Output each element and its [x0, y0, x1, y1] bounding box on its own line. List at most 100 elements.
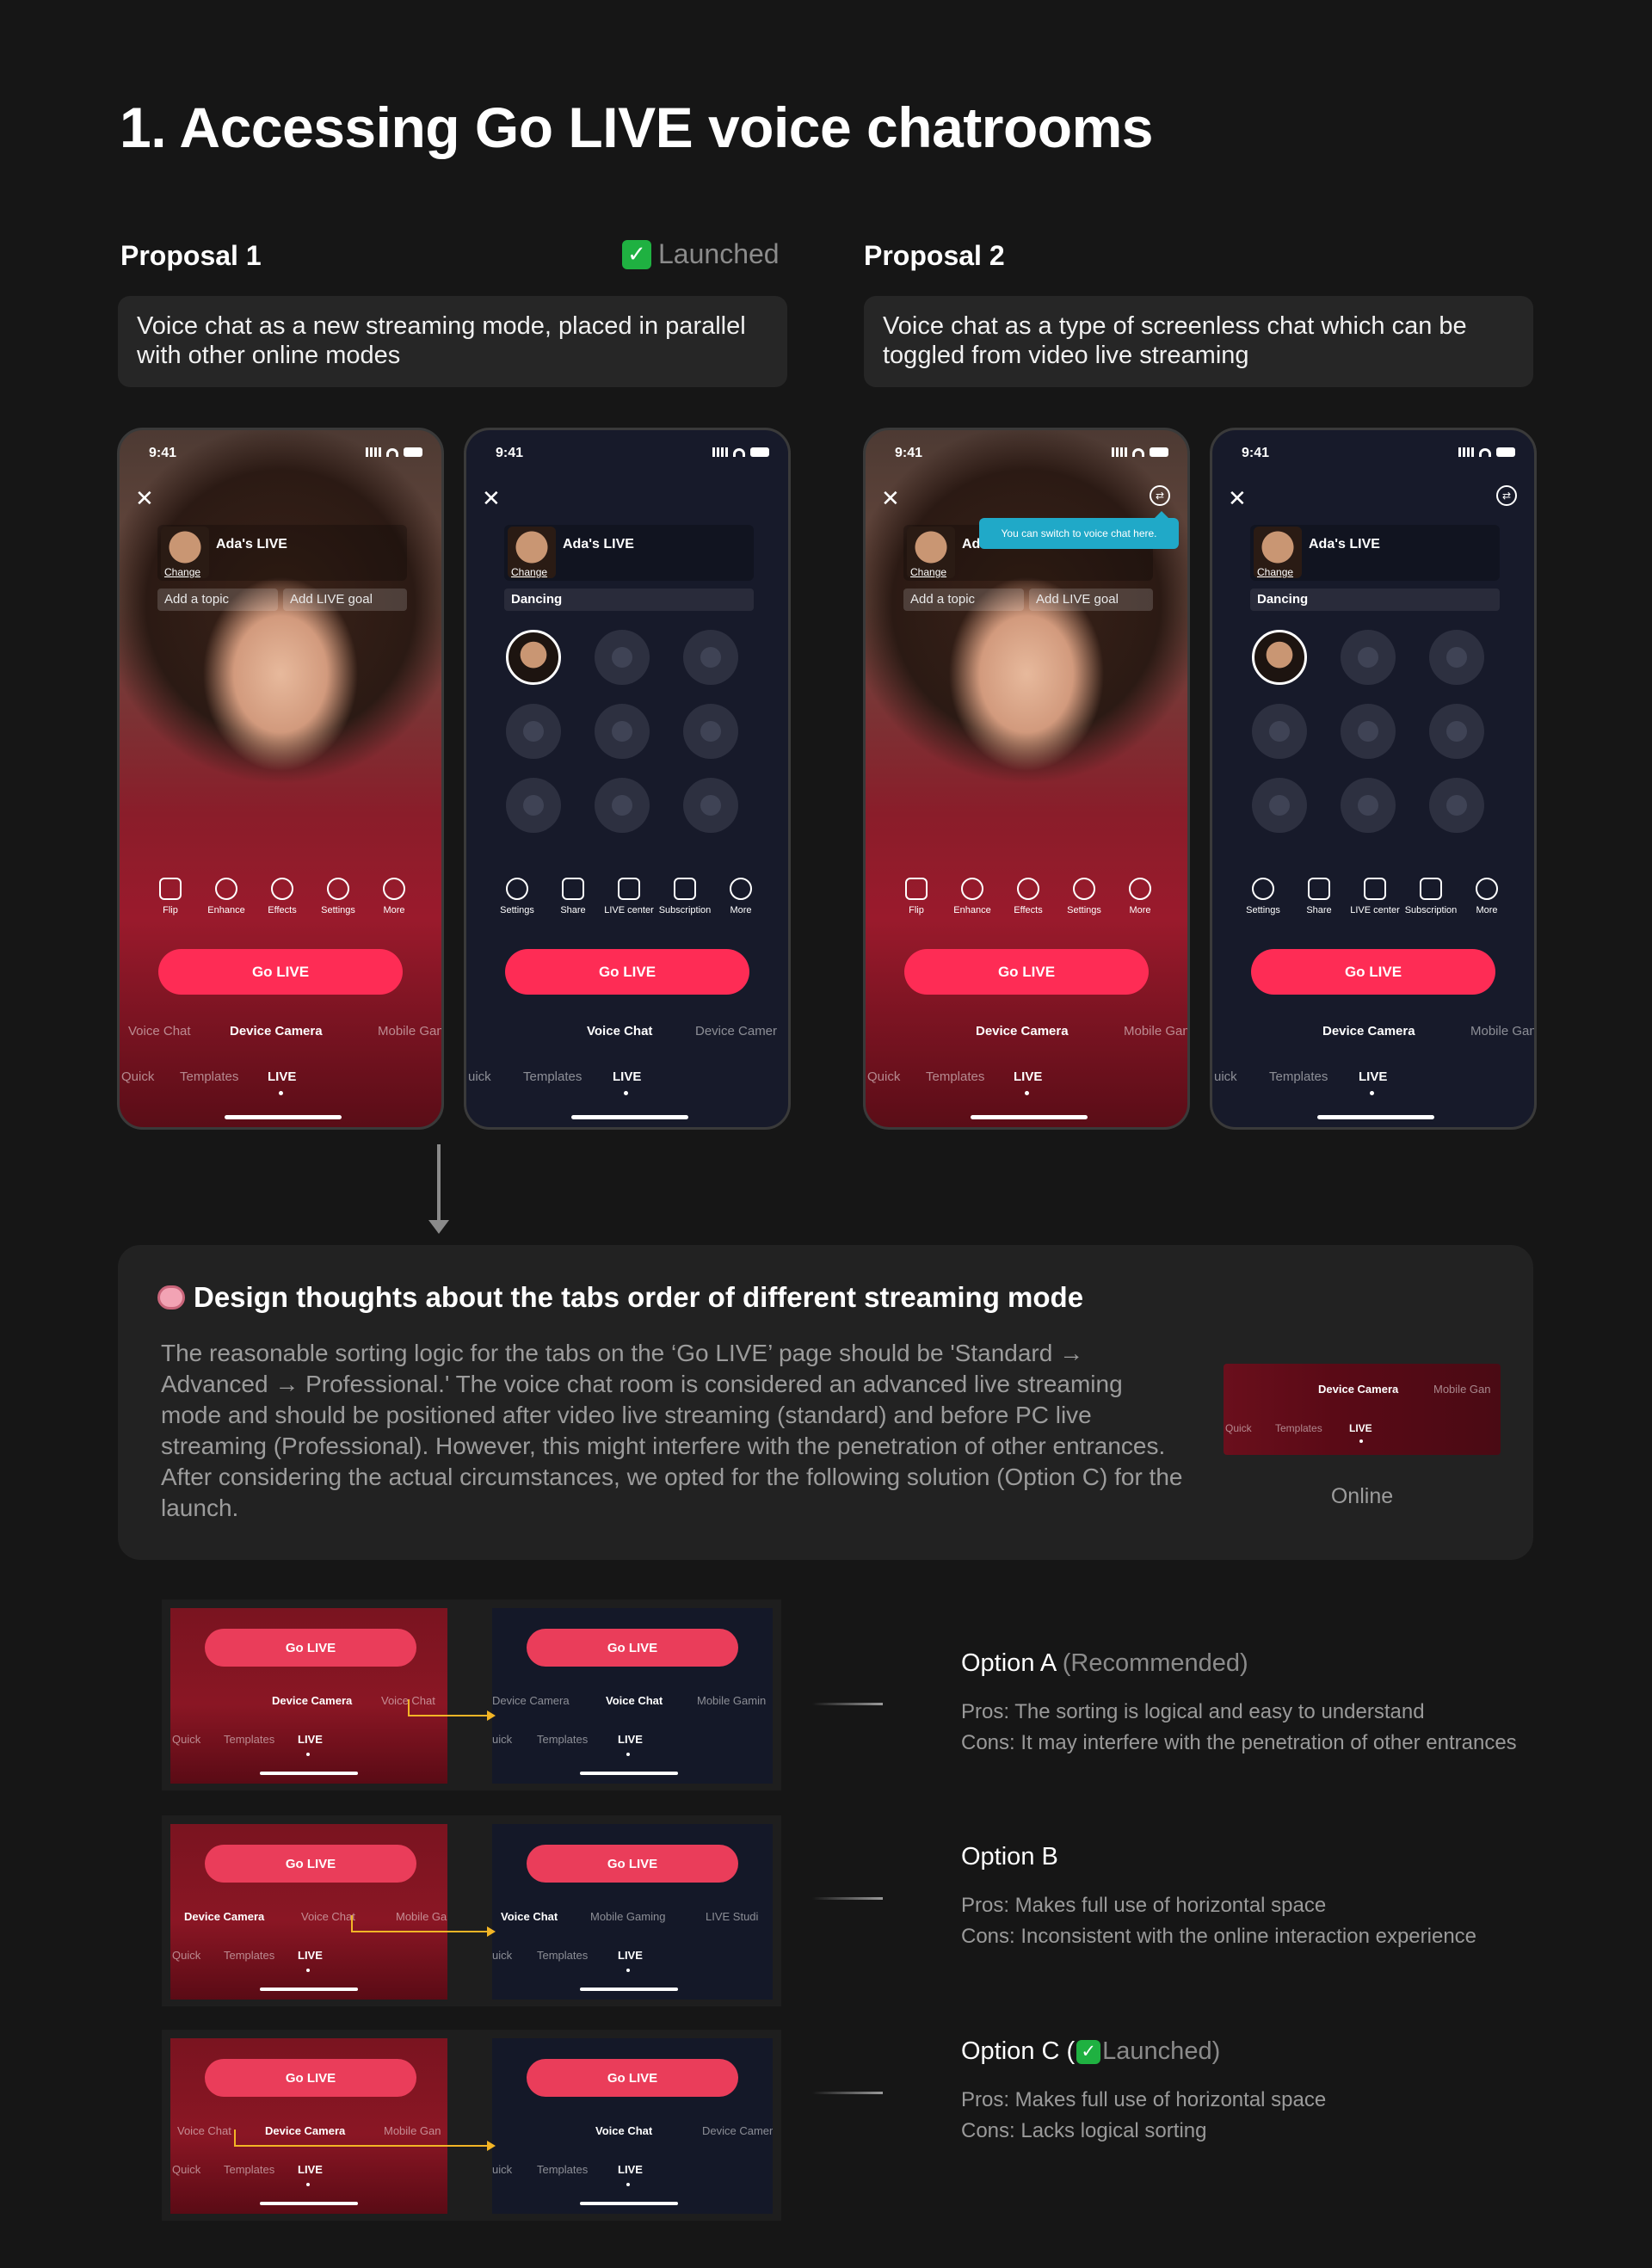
option-a-note: (Recommended)	[1062, 1649, 1248, 1677]
enhance-button[interactable]: Enhance	[200, 878, 253, 915]
tab-live[interactable]: LIVE	[613, 1069, 641, 1084]
empty-seat[interactable]	[1341, 704, 1396, 759]
go-live-button[interactable]: Go LIVE	[904, 949, 1149, 995]
tab-quick[interactable]: uick	[468, 1069, 491, 1084]
tool-label: More	[1129, 905, 1151, 915]
empty-seat[interactable]	[1252, 778, 1307, 833]
online-label: Online	[1330, 1484, 1394, 1508]
mode-mobile-gaming[interactable]: Mobile Gan	[1124, 1024, 1187, 1038]
empty-seat[interactable]	[506, 704, 561, 759]
flip-button[interactable]: Flip	[144, 878, 197, 915]
share-button[interactable]: Share	[546, 878, 600, 915]
tab-live[interactable]: LIVE	[268, 1069, 296, 1084]
settings-button[interactable]: Settings	[490, 878, 544, 915]
empty-seat[interactable]	[595, 778, 650, 833]
go-live-button[interactable]: Go LIVE	[1251, 949, 1495, 995]
mode-device-camera[interactable]: Device Camera	[230, 1024, 323, 1038]
more-button[interactable]: More	[714, 878, 767, 915]
tab-quick[interactable]: Quick	[867, 1069, 900, 1084]
empty-seat[interactable]	[1429, 778, 1484, 833]
tab-quick[interactable]: uick	[1214, 1069, 1237, 1084]
subscription-button[interactable]: Subscription	[1404, 878, 1458, 915]
tab-templates[interactable]: Templates	[1269, 1069, 1328, 1084]
toolbar: Flip Enhance Effects Settings More	[144, 878, 421, 915]
design-thoughts-card: Design thoughts about the tabs order of …	[118, 1245, 1533, 1560]
live-center-button[interactable]: LIVE center	[602, 878, 656, 915]
toolbar: Settings Share LIVE center Subscription …	[1236, 878, 1513, 915]
empty-seat[interactable]	[1429, 704, 1484, 759]
close-icon[interactable]: ✕	[881, 485, 900, 512]
mode-device-camera[interactable]: Device Camera	[976, 1024, 1069, 1038]
empty-seat[interactable]	[683, 630, 738, 685]
tab-live[interactable]: LIVE	[1359, 1069, 1387, 1084]
empty-seat[interactable]	[683, 704, 738, 759]
settings-button[interactable]: Settings	[311, 878, 365, 915]
live-name[interactable]: Ada's LIVE	[563, 537, 634, 552]
tab-templates[interactable]: Templates	[180, 1069, 238, 1084]
empty-seat[interactable]	[506, 778, 561, 833]
mode-mobile-gaming[interactable]: Mobile Gan	[1470, 1024, 1534, 1038]
empty-seat[interactable]	[1429, 630, 1484, 685]
thumb-mobile-gaming: Mobile Gan	[1433, 1383, 1491, 1396]
empty-seat[interactable]	[1341, 778, 1396, 833]
launched-status: ✓ Launched	[622, 238, 780, 270]
tab-templates[interactable]: Templates	[926, 1069, 984, 1084]
close-icon[interactable]: ✕	[135, 485, 154, 512]
avatar-change-link[interactable]: Change	[1257, 566, 1293, 578]
close-icon[interactable]: ✕	[482, 485, 501, 512]
home-indicator	[971, 1115, 1088, 1119]
host-seat[interactable]	[506, 630, 561, 685]
more-button[interactable]: More	[1113, 878, 1167, 915]
mode-device-camera[interactable]: Device Camera	[1322, 1024, 1415, 1038]
settings-button[interactable]: Settings	[1057, 878, 1111, 915]
empty-seat[interactable]	[1341, 630, 1396, 685]
mode-mobile-gaming[interactable]: Mobile Gan	[378, 1024, 441, 1038]
mode-voice-chat[interactable]: Voice Chat	[128, 1024, 191, 1038]
host-seat[interactable]	[1252, 630, 1307, 685]
mode-device-camera[interactable]: Device Camer	[695, 1024, 777, 1038]
empty-seat[interactable]	[683, 778, 738, 833]
tab-templates[interactable]: Templates	[523, 1069, 582, 1084]
subscription-button[interactable]: Subscription	[658, 878, 712, 915]
add-topic-chip[interactable]: Add a topic	[903, 589, 1024, 611]
tab-live[interactable]: LIVE	[1014, 1069, 1042, 1084]
effects-button[interactable]: Effects	[256, 878, 309, 915]
mode-voice-chat[interactable]: Voice Chat	[587, 1024, 652, 1038]
connector-line	[812, 1703, 883, 1705]
live-center-button[interactable]: LIVE center	[1348, 878, 1402, 915]
tool-label: Enhance	[207, 905, 245, 915]
add-goal-chip[interactable]: Add LIVE goal	[283, 589, 407, 611]
empty-seat[interactable]	[595, 704, 650, 759]
add-goal-chip[interactable]: Add LIVE goal	[1029, 589, 1153, 611]
tab-dot	[306, 2183, 310, 2186]
topic-chip[interactable]: Dancing	[504, 589, 754, 611]
home-indicator	[225, 1115, 342, 1119]
avatar-change-link[interactable]: Change	[164, 566, 200, 578]
check-icon: ✓	[622, 239, 651, 269]
add-topic-chip[interactable]: Add a topic	[157, 589, 278, 611]
go-live-button[interactable]: Go LIVE	[158, 949, 403, 995]
go-live-button[interactable]: Go LIVE	[505, 949, 749, 995]
enhance-button[interactable]: Enhance	[946, 878, 999, 915]
switch-voice-icon[interactable]: ⇄	[1150, 485, 1170, 506]
design-thoughts-title: Design thoughts about the tabs order of …	[194, 1281, 1084, 1313]
avatar-change-link[interactable]: Change	[511, 566, 547, 578]
more-button[interactable]: More	[367, 878, 421, 915]
live-name[interactable]: Ada's LIVE	[1309, 537, 1380, 552]
flip-button[interactable]: Flip	[890, 878, 943, 915]
switch-video-icon[interactable]: ⇄	[1496, 485, 1517, 506]
settings-button[interactable]: Settings	[1236, 878, 1290, 915]
wifi-icon	[1132, 447, 1144, 457]
effects-button[interactable]: Effects	[1002, 878, 1055, 915]
close-icon[interactable]: ✕	[1228, 485, 1247, 512]
avatar-change-link[interactable]: Change	[910, 566, 946, 578]
topic-chip[interactable]: Dancing	[1250, 589, 1500, 611]
battery-icon	[404, 447, 422, 457]
empty-seat[interactable]	[1252, 704, 1307, 759]
share-button[interactable]: Share	[1292, 878, 1346, 915]
more-button[interactable]: More	[1460, 878, 1513, 915]
empty-seat[interactable]	[595, 630, 650, 685]
tab-quick[interactable]: Quick	[121, 1069, 154, 1084]
home-indicator	[260, 1988, 358, 1991]
live-name[interactable]: Ada's LIVE	[216, 537, 287, 552]
